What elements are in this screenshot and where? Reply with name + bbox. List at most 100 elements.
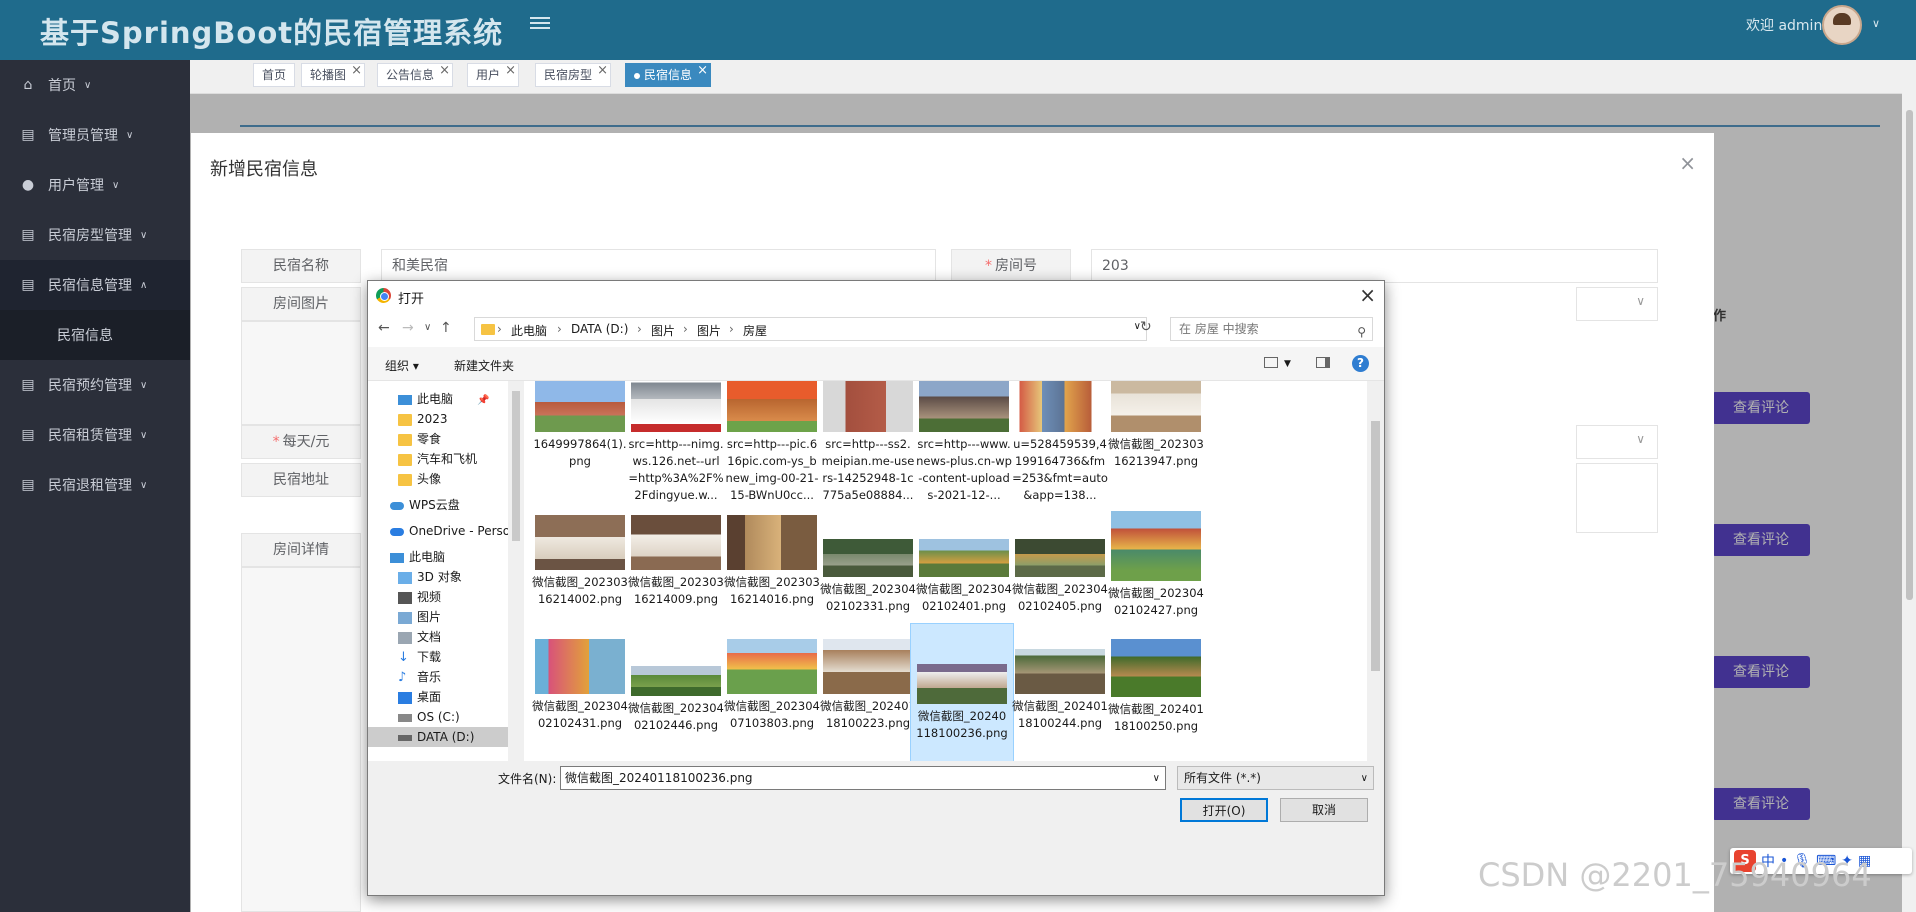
close-icon[interactable]: × [1359,283,1376,307]
nav-item-3d-objects[interactable]: 3D 对象 [398,567,462,587]
filename-input[interactable]: 微信截图_20240118100236.png ∨ [560,766,1166,790]
chevron-down-icon[interactable]: ▼ [1284,359,1291,369]
preview-pane-icon[interactable] [1316,357,1330,368]
address-textarea[interactable] [1576,463,1658,533]
forward-arrow-icon[interactable]: → [402,320,414,336]
chevron-down-icon[interactable]: ∨ [1153,768,1160,790]
file-item[interactable]: 微信截图_20240118100223.png [816,639,920,761]
nav-item-music[interactable]: ♪ 音乐 [398,667,441,687]
close-icon[interactable]: × [351,60,362,82]
nav-scrollbar[interactable] [508,381,523,761]
view-options-icon[interactable] [1264,357,1278,368]
nav-item-data-d[interactable]: DATA (D:) [368,727,508,747]
nav-item-downloads[interactable]: ↓ 下载 [398,647,441,667]
breadcrumb-houses[interactable]: 房屋 [743,322,767,339]
tab-notices[interactable]: 公告信息 × [377,60,454,87]
tab-homestay-info[interactable]: 民宿信息 × [625,60,712,87]
file-item[interactable]: 微信截图_20240118100244.png [1008,649,1112,761]
nav-item-desktop[interactable]: 桌面 [398,687,441,707]
cancel-button[interactable]: 取消 [1280,798,1368,822]
nav-item-onedrive[interactable]: OneDrive - Perso [390,521,510,541]
nav-item-documents[interactable]: 文档 [398,627,441,647]
file-item[interactable]: 微信截图_20230316214009.png [624,515,728,665]
music-icon: ♪ [398,669,407,685]
file-item[interactable]: src=http---nimg.ws.126.net--url=http%3A%… [624,381,728,527]
nav-item-this-pc-2[interactable]: 此电脑 [390,547,445,567]
nav-item-wps-cloud[interactable]: WPS云盘 [390,495,460,515]
open-button[interactable]: 打开(O) [1180,798,1268,822]
status-select[interactable]: ∨ [1576,425,1658,459]
nav-item-snacks[interactable]: 零食 [398,429,441,449]
address-bar[interactable]: › 此电脑 › DATA (D:) › 图片 › 图片 › 房屋 ∨ [474,317,1147,341]
breadcrumb-this-pc[interactable]: 此电脑 [511,322,547,339]
close-icon[interactable]: × [1679,151,1696,175]
breadcrumb-data-d[interactable]: DATA (D:) [571,322,628,336]
sidebar-item-room-types[interactable]: ▤ 民宿房型管理 ∨ [0,210,190,260]
nav-item-pictures[interactable]: 图片 [398,607,441,627]
close-icon[interactable]: × [597,60,608,82]
chevron-down-icon: ∨ [1636,294,1645,308]
breadcrumb-pictures-2[interactable]: 图片 [697,322,721,339]
sidebar-subitem-homestay-info[interactable]: 民宿信息 [0,310,190,360]
nav-item-os-c[interactable]: OS (C:) [398,707,460,727]
nav-item-this-pc[interactable]: 此电脑 📌 [398,389,489,409]
back-arrow-icon[interactable]: ← [378,320,390,336]
file-item[interactable]: 微信截图_20230407103803.png [720,639,824,761]
drive-icon [398,713,412,722]
sidebar-item-home[interactable]: ⌂ 首页 ∨ [0,60,190,110]
file-item[interactable]: u=528459539,4199164736&fm=253&fmt=auto&a… [1008,381,1112,527]
nav-item-2023[interactable]: 2023 [398,409,448,429]
sidebar-item-users[interactable]: ● 用户管理 ∨ [0,160,190,210]
page-scrollbar-thumb[interactable] [1906,110,1913,600]
nav-item-avatars[interactable]: 头像 [398,469,441,489]
file-item[interactable]: 微信截图_20240118100250.png [1104,639,1208,761]
document-icon [398,631,412,644]
tab-carousel[interactable]: 轮播图 × [301,60,366,87]
sidebar-item-homestay-info[interactable]: ▤ 民宿信息管理 ∧ [0,260,190,310]
tab-users[interactable]: 用户 × [467,60,520,87]
sidebar-item-checkouts[interactable]: ▤ 民宿退租管理 ∨ [0,460,190,510]
file-item[interactable]: 1649997864(1).png [528,381,632,527]
sidebar-item-admin[interactable]: ▤ 管理员管理 ∨ [0,110,190,160]
help-icon[interactable]: ? [1352,355,1369,372]
filetype-select[interactable]: 所有文件 (*.*) ∨ [1177,766,1374,790]
file-list-scrollbar[interactable] [1367,381,1383,761]
filename-label: 文件名(N): [498,772,557,786]
file-item[interactable]: 微信截图_20230402102446.png [624,666,728,761]
chrome-icon [376,288,391,303]
file-item-selected[interactable]: 微信截图_20240118100236.png [910,623,1014,761]
close-icon[interactable]: × [439,60,450,82]
sidebar-item-rentals[interactable]: ▤ 民宿租赁管理 ∨ [0,410,190,460]
close-icon[interactable]: × [505,60,516,82]
file-item[interactable]: src=http---ss2.meipian.me-users-14252948… [816,381,920,527]
room-type-select[interactable]: ∨ [1576,287,1658,321]
avatar[interactable] [1822,5,1862,45]
sidebar: ⌂ 首页 ∨ ▤ 管理员管理 ∨ ● 用户管理 ∨ ▤ 民宿房型管理 ∨ ▤ 民宿信息管理 ∧ 民宿… [0,60,190,912]
new-folder-button[interactable]: 新建文件夹 [454,357,514,374]
nav-item-videos[interactable]: 视频 [398,587,441,607]
file-item[interactable]: 微信截图_20230316213947.png [1104,381,1208,527]
file-item[interactable]: src=http---www.news-plus.cn-wp-content-u… [912,381,1016,527]
chevron-down-icon: ∨ [126,129,134,141]
welcome-text: 欢迎 admin [1746,18,1823,34]
file-item[interactable]: src=http---pic.616pic.com-ys_bnew_img-00… [720,381,824,527]
search-input[interactable]: 在 房屋 中搜索 ⚲ [1170,317,1373,341]
chevron-down-icon: ∨ [1636,432,1645,446]
menu-toggle-icon[interactable] [530,14,550,34]
file-thumbnail [917,664,1007,704]
nav-item-cars[interactable]: 汽车和飞机 [398,449,477,469]
file-item[interactable]: 微信截图_20230402102431.png [528,639,632,761]
sidebar-item-reservations[interactable]: ▤ 民宿预约管理 ∨ [0,360,190,410]
refresh-icon[interactable]: ↻ [1140,319,1152,335]
close-icon[interactable]: × [697,60,708,82]
tab-home[interactable]: 首页 [253,63,296,87]
chevron-down-icon[interactable]: ∨ [1872,17,1880,30]
recent-locations-icon[interactable]: ∨ [424,322,431,333]
name-field[interactable]: 和美民宿 [381,249,936,283]
breadcrumb-pictures[interactable]: 图片 [651,322,675,339]
up-arrow-icon[interactable]: ↑ [440,320,452,336]
room-number-field[interactable]: 203 [1091,249,1658,283]
tab-room-types[interactable]: 民宿房型 × [535,60,612,87]
organize-button[interactable]: 组织 ▾ [385,357,419,374]
top-header: 基于SpringBoot的民宿管理系统 欢迎 admin ∨ [0,0,1916,60]
